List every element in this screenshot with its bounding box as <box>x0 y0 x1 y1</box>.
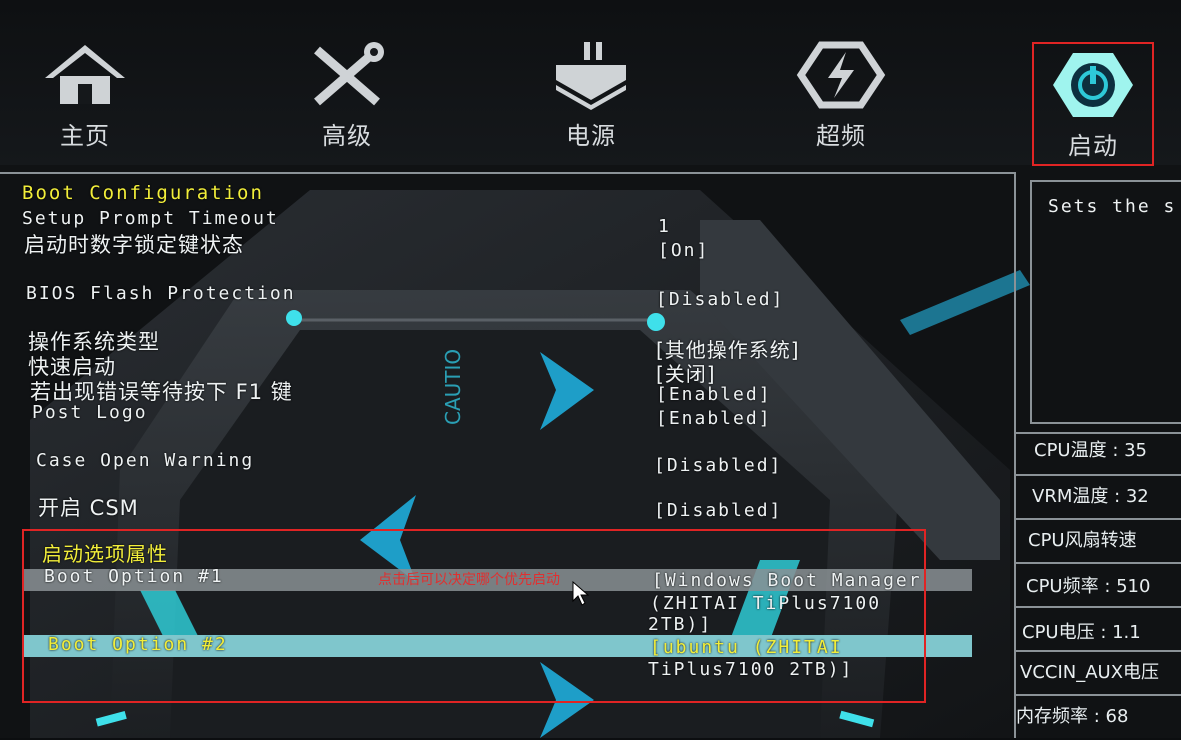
tab-power[interactable]: 电源 <box>526 40 656 151</box>
top-navigation: 主页 高级 电源 超频 启动 <box>0 0 1181 166</box>
stat-row-cpu-freq: CPU频率 : 510 <box>1016 564 1181 608</box>
setting-label-case-open-warning[interactable]: Case Open Warning <box>36 450 254 471</box>
stat-memory-freq: 内存频率 : 68 <box>1016 706 1129 727</box>
setting-value-setup-prompt-timeout[interactable]: 1 <box>658 216 671 237</box>
tab-overclock[interactable]: 超频 <box>776 40 906 151</box>
stat-vccin-aux: VCCIN_AUX电压 <box>1020 662 1160 683</box>
stat-row-vccin-aux: VCCIN_AUX电压 <box>1016 652 1181 696</box>
help-text: Sets the s <box>1048 196 1177 217</box>
stat-cpu-fan: CPU风扇转速 <box>1028 530 1137 551</box>
overclock-icon <box>796 41 886 109</box>
tab-home[interactable]: 主页 <box>20 40 150 151</box>
stat-cpu-voltage: CPU电压 : 1.1 <box>1022 622 1141 643</box>
stat-row-cpu-voltage: CPU电压 : 1.1 <box>1016 608 1181 652</box>
power-button-icon <box>1053 53 1133 117</box>
tab-boot-label: 启动 <box>1068 132 1118 160</box>
stat-row-cpu-fan: CPU风扇转速 <box>1016 520 1181 564</box>
tab-home-label: 主页 <box>60 122 110 150</box>
tab-boot[interactable]: 启动 <box>1032 42 1154 166</box>
stat-row-vrm-temp: VRM温度 : 32 <box>1016 476 1181 520</box>
tab-advanced-label: 高级 <box>322 122 372 150</box>
tab-overclock-label: 超频 <box>816 122 866 150</box>
setting-value-bios-flash-protection[interactable]: [Disabled] <box>656 289 784 310</box>
annotation-text: 点击后可以决定哪个优先启动 <box>378 572 560 588</box>
setting-value-numlock-state[interactable]: [On] <box>658 240 709 261</box>
tools-icon <box>314 42 384 106</box>
setting-label-enable-csm[interactable]: 开启 CSM <box>38 492 139 522</box>
setting-value-fast-boot[interactable]: [关闭] <box>656 358 716 387</box>
setting-label-post-logo[interactable]: Post Logo <box>32 402 148 423</box>
stat-cpu-temp: CPU温度 : 35 <box>1034 440 1148 461</box>
stat-row-memory-freq: 内存频率 : 68 <box>1016 696 1181 740</box>
stat-cpu-freq: CPU频率 : 510 <box>1026 576 1151 597</box>
setting-label-setup-prompt-timeout[interactable]: Setup Prompt Timeout <box>22 208 279 229</box>
setting-value-wait-for-f1[interactable]: [Enabled] <box>656 384 772 405</box>
stat-vrm-temp: VRM温度 : 32 <box>1032 486 1149 507</box>
section-title: Boot Configuration <box>22 182 264 204</box>
tab-advanced[interactable]: 高级 <box>282 40 412 151</box>
tab-power-label: 电源 <box>566 122 616 150</box>
annotation-highlight-box <box>22 529 926 703</box>
stat-row-cpu-temp: CPU温度 : 35 <box>1016 432 1181 476</box>
power-plug-icon <box>556 42 626 110</box>
home-icon <box>45 45 125 104</box>
setting-value-post-logo[interactable]: [Enabled] <box>656 408 772 429</box>
setting-value-enable-csm[interactable]: [Disabled] <box>654 500 782 521</box>
mouse-cursor-icon <box>572 581 590 606</box>
setting-label-numlock-state[interactable]: 启动时数字锁定键状态 <box>24 229 244 259</box>
setting-label-bios-flash-protection[interactable]: BIOS Flash Protection <box>26 283 296 304</box>
setting-value-case-open-warning[interactable]: [Disabled] <box>654 455 782 476</box>
